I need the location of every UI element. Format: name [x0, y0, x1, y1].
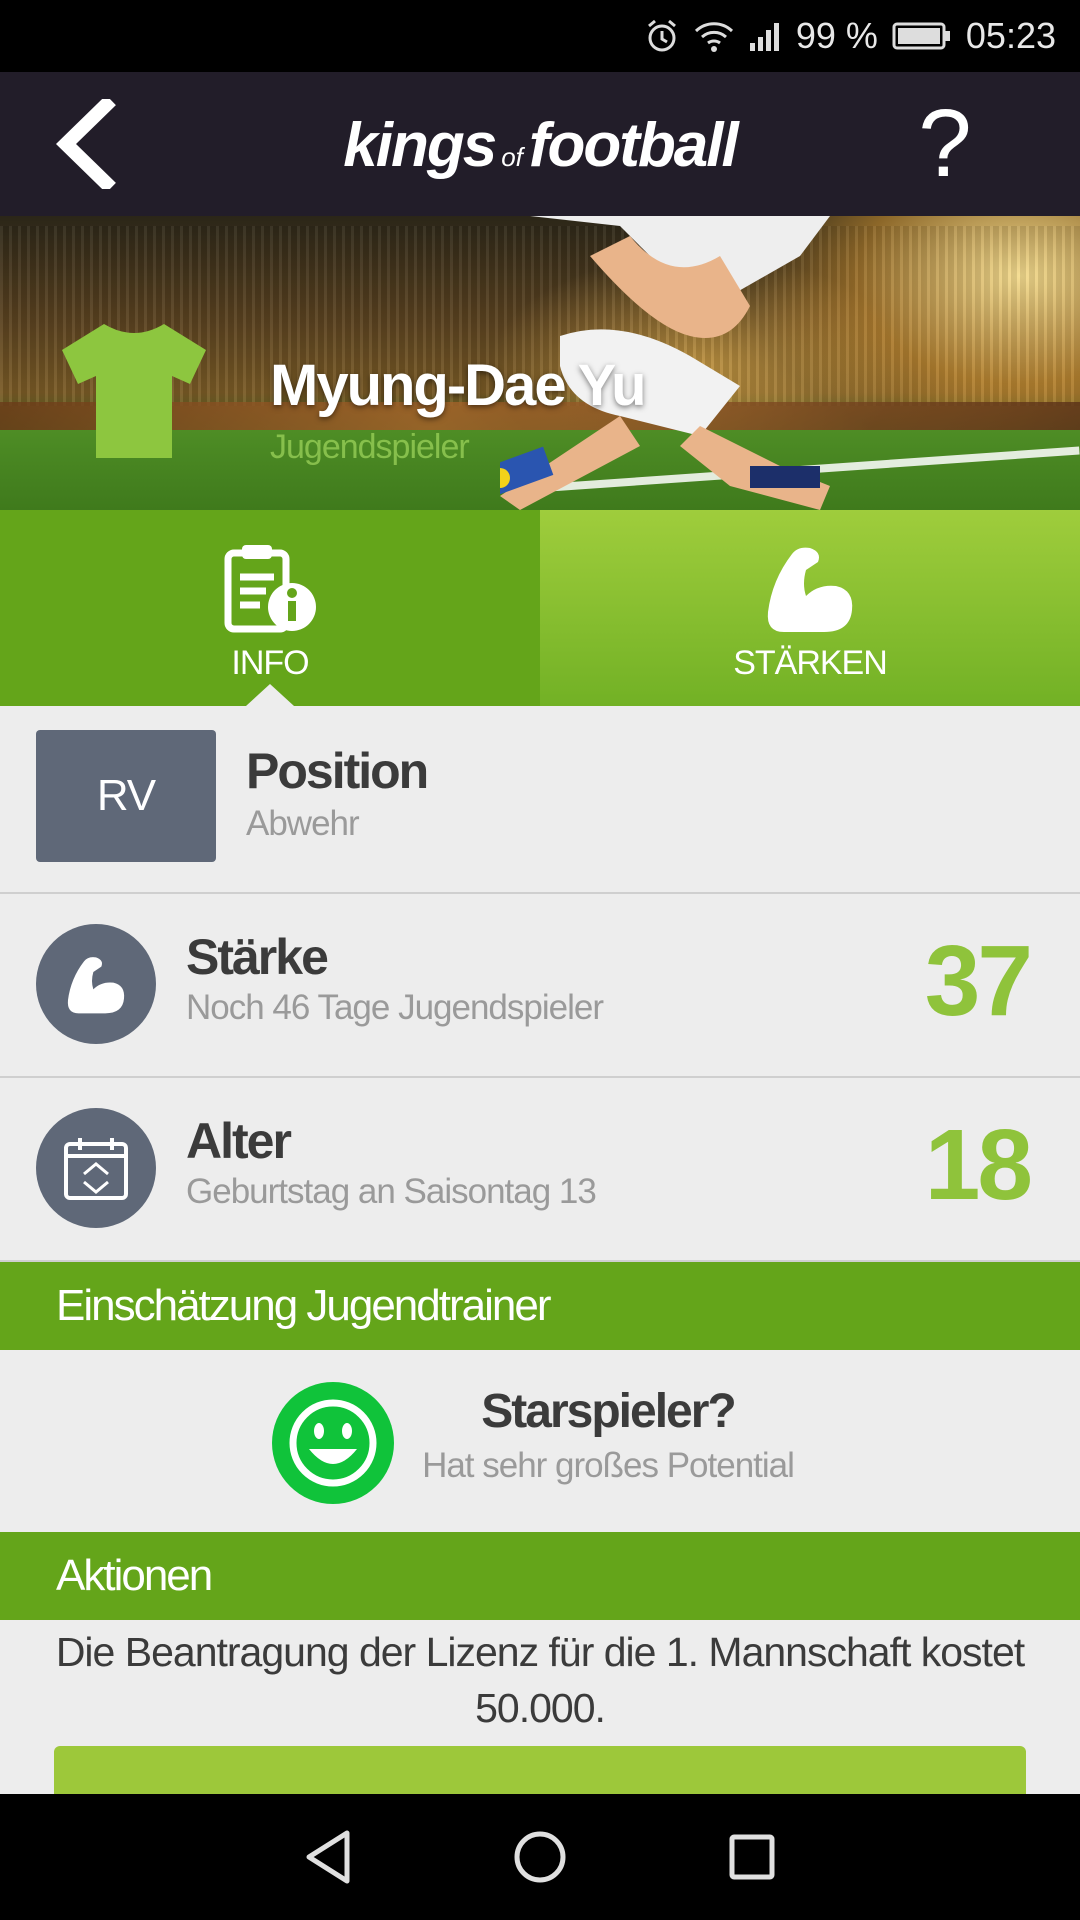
- app-header: kings offootball ?: [0, 72, 1080, 216]
- assessment-section-header: Einschätzung Jugendtrainer: [0, 1262, 1080, 1350]
- square-recents-icon: [729, 1834, 775, 1880]
- age-subtitle: Geburtstag an Saisontag 13: [186, 1172, 597, 1211]
- assessment-title: Starspieler?: [481, 1385, 736, 1438]
- nav-back-button[interactable]: [292, 1821, 364, 1893]
- tab-info[interactable]: INFO: [0, 510, 540, 706]
- apply-license-button[interactable]: [54, 1746, 1026, 1794]
- jersey-icon: [62, 324, 206, 458]
- help-button[interactable]: ?: [900, 94, 990, 194]
- flexed-arm-icon: [762, 538, 858, 638]
- assessment-row: Starspieler? Hat sehr großes Potential: [0, 1350, 1080, 1536]
- assessment-subtitle: Hat sehr großes Potential: [422, 1446, 795, 1485]
- position-subtitle: Abwehr: [246, 804, 360, 843]
- actions-section-header: Aktionen: [0, 1532, 1080, 1620]
- signal-icon: [748, 21, 782, 51]
- clock: 05:23: [965, 15, 1056, 56]
- tab-staerken-label: STÄRKEN: [733, 644, 888, 682]
- strength-subtitle: Noch 46 Tage Jugendspieler: [186, 988, 604, 1027]
- calendar-icon: [36, 1108, 156, 1228]
- logo-word-kings: kings: [343, 111, 497, 180]
- triangle-back-icon: [306, 1830, 350, 1884]
- license-cost-text: Die Beantragung der Lizenz für die 1. Ma…: [55, 1629, 1025, 1731]
- tab-bar: INFO STÄRKEN: [0, 510, 1080, 706]
- age-title: Alter: [186, 1113, 292, 1169]
- player-hero-banner: Myung-Dae Yu Jugendspieler: [0, 216, 1080, 510]
- player-name: Myung-Dae Yu: [270, 353, 647, 418]
- nav-home-button[interactable]: [504, 1821, 576, 1893]
- age-value: 18: [924, 1109, 1033, 1221]
- player-role: Jugendspieler: [270, 428, 470, 466]
- logo-word-football: football: [528, 111, 739, 180]
- strength-icon: [36, 924, 156, 1044]
- player-info-panel: RV Position Abwehr Stärke Noch 46 Tage J…: [0, 706, 1080, 1794]
- alarm-icon: [644, 18, 680, 54]
- strength-value: 37: [924, 925, 1033, 1037]
- nav-recents-button[interactable]: [716, 1821, 788, 1893]
- strength-title: Stärke: [186, 929, 329, 985]
- age-row: Alter Geburtstag an Saisontag 13 18: [0, 1078, 1080, 1262]
- system-nav-bar: [0, 1794, 1080, 1920]
- strength-row: Stärke Noch 46 Tage Jugendspieler 37: [0, 894, 1080, 1078]
- position-title: Position: [246, 743, 429, 799]
- info-document-icon: [222, 538, 318, 638]
- tab-info-label: INFO: [231, 644, 309, 682]
- active-tab-indicator: [246, 684, 294, 706]
- battery-percent: 99 %: [795, 15, 878, 56]
- logo-word-of: of: [501, 142, 523, 172]
- circle-home-icon: [514, 1831, 566, 1883]
- position-row: RV Position Abwehr: [0, 706, 1080, 894]
- wifi-icon: [694, 19, 734, 53]
- tab-staerken[interactable]: STÄRKEN: [540, 510, 1080, 706]
- position-badge: RV: [36, 730, 216, 862]
- battery-icon: [892, 21, 952, 51]
- happy-face-icon: [272, 1382, 394, 1504]
- status-bar: 99 % 05:23: [0, 0, 1080, 72]
